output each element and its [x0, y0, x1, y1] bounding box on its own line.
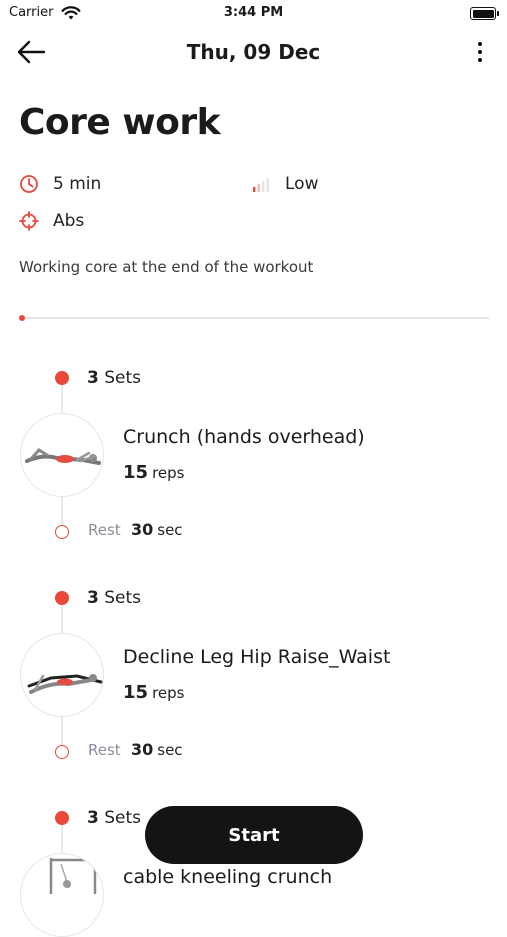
- rest-marker: [55, 525, 69, 539]
- intensity-text: Low: [285, 174, 319, 194]
- exercise-thumbnail[interactable]: [20, 853, 104, 937]
- clock-icon: [20, 175, 38, 193]
- rest-label: Rest: [88, 741, 121, 759]
- workout-progress-dot: [19, 315, 25, 321]
- rest-marker: [55, 745, 69, 759]
- sets-marker: [55, 371, 69, 385]
- status-time: 3:44 PM: [223, 5, 284, 20]
- crunch-figure-image: [25, 448, 101, 465]
- rest-value: 30 sec: [131, 520, 183, 539]
- sets-marker: [55, 811, 69, 825]
- target-icon: [19, 211, 39, 231]
- exercise-name[interactable]: cable kneeling crunch: [123, 866, 332, 888]
- workout-description: Working core at the end of the workout: [19, 258, 314, 276]
- more-vertical-icon[interactable]: [468, 38, 492, 66]
- rest-value: 30 sec: [131, 740, 183, 759]
- nav-date-title: Thu, 09 Dec: [186, 40, 321, 64]
- exercise-thumbnail[interactable]: [20, 633, 104, 717]
- workout-progress-track: [19, 317, 489, 319]
- duration-text: 5 min: [53, 174, 102, 194]
- exercise-name[interactable]: Crunch (hands overhead): [123, 426, 365, 448]
- battery-icon: [470, 7, 499, 20]
- sets-count-text: 3 Sets: [87, 588, 142, 608]
- reps-text: 15 reps: [123, 462, 185, 483]
- start-button[interactable]: Start: [145, 806, 363, 864]
- leg-raise-figure-image: [27, 674, 103, 694]
- reps-text: 15 reps: [123, 682, 185, 703]
- signal-bars-icon: [253, 178, 269, 192]
- exercise-thumbnail[interactable]: [20, 413, 104, 497]
- workout-title: Core work: [19, 102, 221, 143]
- sets-count-text: 3 Sets: [87, 808, 142, 828]
- cable-crunch-figure-image: [49, 858, 97, 894]
- rest-label: Rest: [88, 521, 121, 539]
- sets-count-text: 3 Sets: [87, 368, 142, 388]
- target-text: Abs: [53, 211, 85, 231]
- sets-marker: [55, 591, 69, 605]
- exercise-name[interactable]: Decline Leg Hip Raise_Waist: [123, 646, 390, 668]
